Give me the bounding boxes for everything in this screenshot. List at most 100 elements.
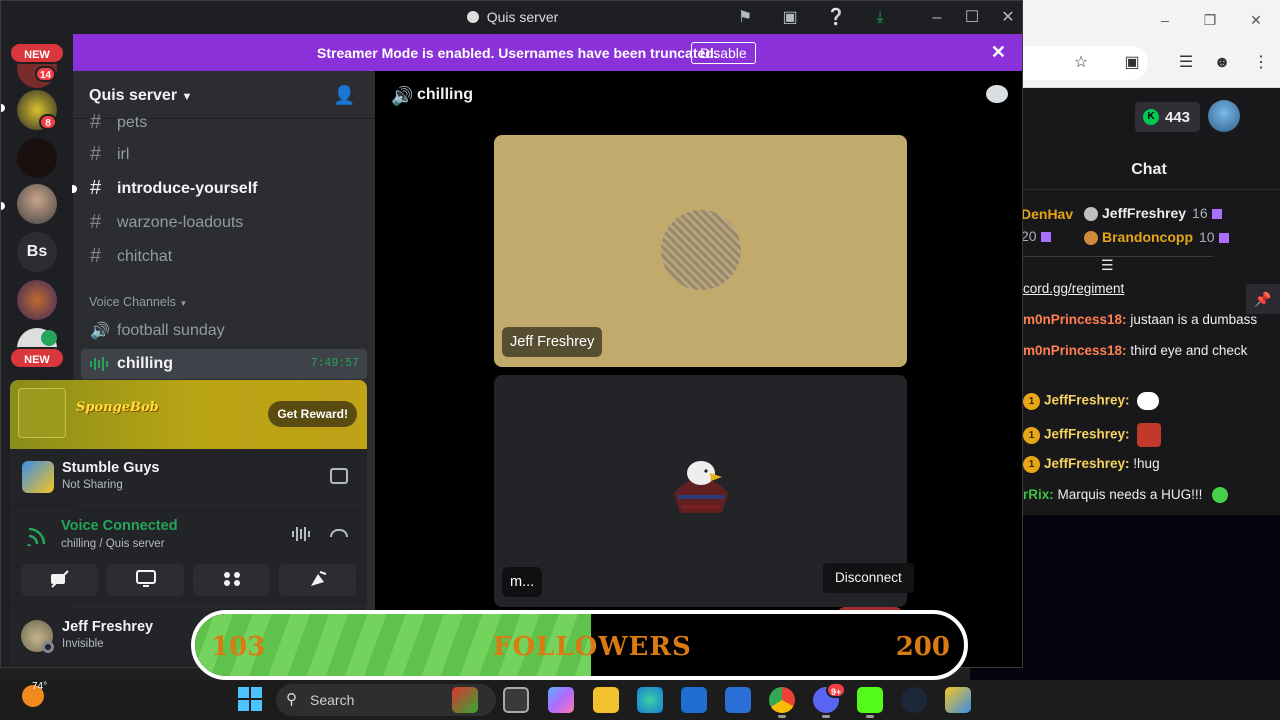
channel-points[interactable]: K 443 — [1135, 102, 1201, 132]
gifter-item[interactable]: Brandoncopp 10 — [1084, 229, 1229, 246]
channel-introduce-yourself[interactable]: # introduce-yourself — [81, 173, 367, 205]
speech-bubble-emote — [1137, 392, 1160, 410]
start-button[interactable] — [238, 687, 262, 711]
speaker-icon: 🔊 — [391, 86, 414, 106]
chat-username[interactable]: m0nPrincess18: — [1023, 343, 1127, 358]
chat-username[interactable]: rRix: — [1023, 487, 1054, 502]
participant-tile[interactable]: Jeff Freshrey — [494, 135, 907, 367]
file-explorer-icon[interactable] — [593, 687, 619, 713]
promo-thumbnail — [18, 388, 66, 438]
soundboard-button[interactable] — [279, 564, 356, 596]
profile-icon[interactable]: ☻ — [1211, 52, 1233, 74]
task-view-icon[interactable] — [503, 687, 529, 713]
voice-channel-chilling[interactable]: chilling 7:49:57 — [81, 349, 367, 379]
gifter-name: Brandoncopp — [1102, 229, 1193, 245]
avatar[interactable] — [1208, 100, 1240, 132]
disconnect-tooltip: Disconnect — [823, 563, 914, 593]
promo-banner[interactable]: SpongeBob Get Reward! — [10, 380, 367, 449]
channel-name: chitchat — [117, 248, 173, 265]
channel-chitchat[interactable]: # chitchat — [81, 241, 367, 273]
window-title-text: Quis server — [486, 9, 559, 25]
voice-channel-football-sunday[interactable]: 🔊 football sunday — [81, 315, 367, 347]
gifter-name: DenHav — [1021, 206, 1074, 222]
help-icon[interactable]: ❔ — [825, 7, 847, 29]
voice-connected-title[interactable]: Voice Connected — [61, 518, 178, 534]
close-icon[interactable]: ✕ — [991, 43, 1006, 61]
share-screen-icon[interactable] — [330, 468, 348, 484]
gifter-item[interactable]: DenHav — [1021, 206, 1073, 222]
server-name-text: Quis server — [89, 87, 178, 104]
bookmark-star-icon[interactable]: ☆ — [1070, 52, 1092, 74]
screen-share-button[interactable] — [107, 564, 184, 596]
chat-text: Marquis needs a HUG!!! — [1053, 487, 1203, 502]
chat-username[interactable]: JeffFreshrey: — [1044, 427, 1130, 442]
download-icon[interactable]: ⤓ — [869, 7, 891, 29]
voice-panel: Voice Connected chilling / Quis server — [10, 506, 367, 606]
edge-icon[interactable] — [637, 687, 663, 713]
unread-indicator — [1, 202, 5, 210]
minimize-icon[interactable]: – — [926, 7, 948, 29]
menu-kebab-icon[interactable]: ⋮ — [1250, 52, 1272, 74]
hash-icon: # — [90, 245, 102, 267]
chat-username[interactable]: m0nPrincess18: — [1023, 312, 1127, 327]
widget-icon[interactable] — [452, 687, 478, 713]
server-icon[interactable]: Bs — [17, 232, 57, 272]
chat-message: 1 JeffFreshrey: — [1023, 423, 1162, 447]
server-icon[interactable] — [17, 280, 57, 320]
channel-pets[interactable]: # pets — [81, 107, 367, 139]
server-icon[interactable] — [17, 184, 57, 224]
unread-indicator — [1, 104, 5, 112]
minimize-icon[interactable]: – — [1155, 10, 1175, 30]
maximize-icon[interactable]: ☐ — [961, 7, 983, 29]
goal-target: 200 — [895, 632, 950, 662]
kick-icon[interactable] — [857, 687, 883, 713]
sub-badge-icon: 1 — [1023, 456, 1040, 473]
sub-gift-icon — [1211, 209, 1222, 220]
add-member-icon[interactable]: 👤 — [333, 85, 355, 106]
noise-suppression-icon[interactable] — [292, 527, 312, 541]
close-icon[interactable]: ✕ — [997, 7, 1019, 29]
get-reward-button[interactable]: Get Reward! — [268, 401, 357, 427]
camera-off-button[interactable] — [21, 564, 98, 596]
disconnect-icon[interactable] — [330, 529, 348, 537]
voice-location[interactable]: chilling / Quis server — [61, 538, 165, 550]
media-controls-icon[interactable]: ☰ — [1175, 52, 1197, 74]
disable-button[interactable]: Disable — [691, 42, 756, 64]
chat-username[interactable]: JeffFreshrey: — [1044, 456, 1130, 471]
collapse-icon[interactable]: ☰ — [1101, 258, 1117, 272]
copilot-icon[interactable] — [548, 687, 574, 713]
outlook-icon[interactable] — [725, 687, 751, 713]
chat-link[interactable]: cord.gg/regiment — [1023, 281, 1124, 296]
sub-badge-icon: 1 — [1023, 392, 1040, 410]
sub-gift-icon — [1218, 233, 1229, 244]
gifter-item[interactable]: JeffFreshrey 16 — [1084, 205, 1222, 222]
close-icon[interactable]: ✕ — [1246, 10, 1266, 30]
channel-irl[interactable]: # irl — [81, 139, 367, 171]
steam-icon[interactable] — [901, 687, 927, 713]
goal-label: FOLLOWERS — [493, 632, 692, 662]
pin-icon[interactable]: 📌 — [1246, 284, 1280, 314]
channel-warzone-loadouts[interactable]: # warzone-loadouts — [81, 207, 367, 239]
chat-bubble-icon[interactable] — [986, 85, 1008, 103]
new-badge: NEW — [9, 347, 65, 369]
unread-indicator — [72, 185, 77, 193]
server-name: Quis server ▼ — [89, 87, 192, 105]
flag-icon[interactable]: ⚑ — [734, 7, 756, 29]
store-icon[interactable] — [681, 687, 707, 713]
mention-badge: 14 — [35, 66, 57, 82]
inbox-icon[interactable]: ▣ — [779, 7, 801, 29]
eagle-logo-icon — [674, 461, 728, 513]
restore-icon[interactable]: ❐ — [1200, 10, 1220, 30]
activities-button[interactable] — [193, 564, 270, 596]
rocket-icon — [223, 572, 240, 586]
server-icon[interactable] — [17, 138, 57, 178]
sub-badge-icon: 1 — [1023, 426, 1040, 444]
chat-username[interactable]: JeffFreshrey: — [1044, 393, 1130, 408]
chrome-icon[interactable] — [769, 687, 795, 713]
browser-tabstrip: – ❐ ✕ — [1018, 0, 1280, 40]
cast-icon[interactable]: ▣ — [1121, 52, 1143, 74]
chat-text: justaan is a dumbass — [1126, 312, 1258, 327]
voice-category[interactable]: Voice Channels ▼ — [89, 295, 187, 309]
stumble-guys-icon[interactable] — [945, 687, 971, 713]
channel-name: pets — [117, 114, 148, 131]
